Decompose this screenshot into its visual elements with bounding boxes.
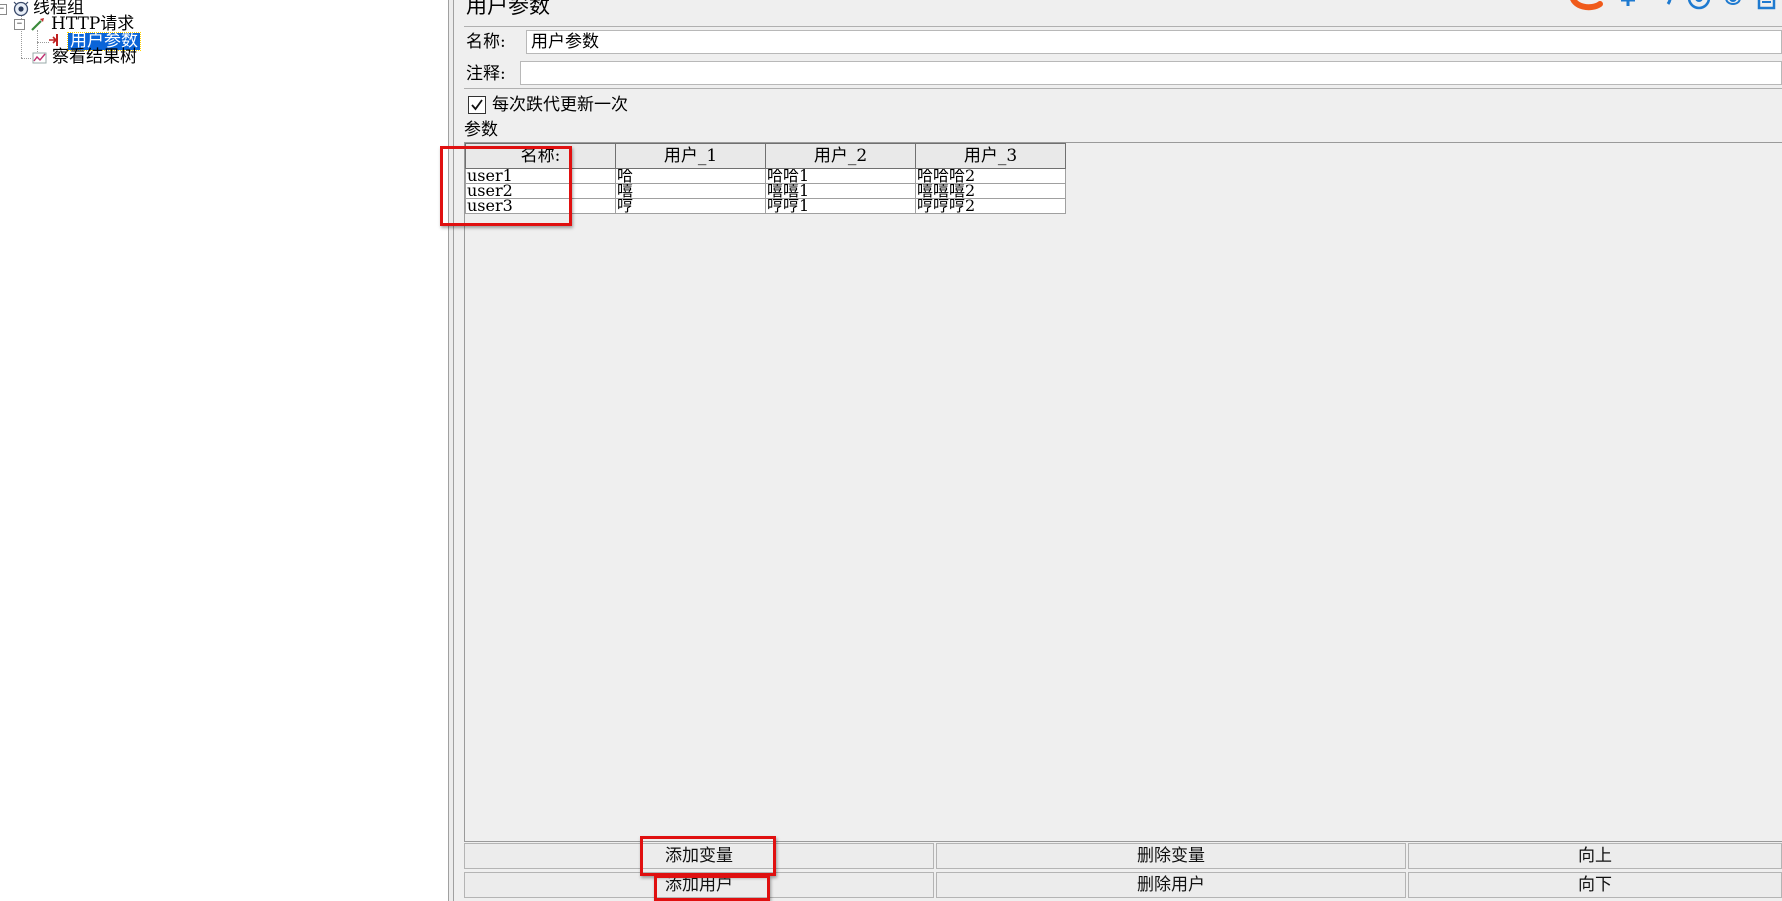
parameters-label: 参数 (464, 120, 498, 140)
table-cell[interactable]: 嘻 (615, 183, 766, 199)
column-header-user-3[interactable]: 用户_3 (915, 143, 1066, 169)
toolbar-fragment (1566, 0, 1782, 18)
comment-label: 注释: (466, 64, 506, 84)
collapse-toggle-thread-group[interactable]: − (0, 4, 7, 15)
comment-divider (464, 88, 1782, 89)
table-row[interactable]: user1 哈 哈哈1 哈哈哈2 (465, 168, 1066, 184)
panel-title: 用户参数 (466, 0, 550, 18)
delete-user-button[interactable]: 删除用户 (936, 872, 1406, 898)
user-parameters-panel: 用户参数 名称: 用户参数 注释: 每次跌代更新一次 参数 名称: 用户_1 用… (454, 0, 1782, 901)
table-cell[interactable]: 哈哈哈2 (915, 168, 1066, 184)
record-icon[interactable] (1686, 0, 1712, 17)
document-icon[interactable] (1756, 0, 1778, 17)
table-row[interactable]: user2 嘻 嘻嘻1 嘻嘻嘻2 (465, 183, 1066, 199)
table-cell[interactable]: user1 (465, 168, 616, 184)
thread-group-icon (12, 0, 29, 17)
table-cell[interactable]: 嘻嘻1 (765, 183, 916, 199)
comment-field[interactable] (520, 61, 1782, 85)
table-cell[interactable]: 哼哼哼2 (915, 198, 1066, 214)
add-variable-button[interactable]: 添加变量 (464, 843, 934, 869)
tree-connector (21, 58, 31, 59)
table-cell[interactable]: user3 (465, 198, 616, 214)
table-cell[interactable]: 哼哼1 (765, 198, 916, 214)
tree-label-view-results-tree[interactable]: 察看结果树 (52, 49, 137, 66)
brand-logo-icon (1566, 0, 1606, 21)
table-cell[interactable]: 哼 (615, 198, 766, 214)
column-header-user-1[interactable]: 用户_1 (615, 143, 766, 169)
redo-icon[interactable] (1658, 0, 1678, 17)
update-once-per-iteration-label[interactable]: 每次跌代更新一次 (492, 95, 628, 115)
collapse-toggle-http-request[interactable]: − (14, 19, 25, 30)
name-field[interactable]: 用户参数 (526, 30, 1782, 54)
column-header-name[interactable]: 名称: (465, 143, 616, 169)
name-label: 名称: (466, 32, 506, 52)
microphone-icon[interactable] (1722, 0, 1744, 17)
table-cell[interactable]: 哈 (615, 168, 766, 184)
update-once-per-iteration-checkbox[interactable] (468, 96, 486, 114)
add-icon[interactable] (1618, 0, 1638, 17)
move-up-button[interactable]: 向上 (1408, 843, 1782, 869)
listener-graph-icon (32, 50, 48, 66)
parameters-table-area: 名称: 用户_1 用户_2 用户_3 user1 哈 哈哈1 哈哈哈2 user… (464, 142, 1782, 842)
delete-variable-button[interactable]: 删除变量 (936, 843, 1406, 869)
table-row[interactable]: user3 哼 哼哼1 哼哼哼2 (465, 198, 1066, 214)
table-cell[interactable]: 嘻嘻嘻2 (915, 183, 1066, 199)
parameters-table[interactable]: 名称: 用户_1 用户_2 用户_3 user1 哈 哈哈1 哈哈哈2 user… (465, 143, 1066, 214)
column-header-user-2[interactable]: 用户_2 (765, 143, 916, 169)
add-user-button[interactable]: 添加用户 (464, 872, 934, 898)
table-header-row: 名称: 用户_1 用户_2 用户_3 (465, 143, 1066, 169)
move-down-button[interactable]: 向下 (1408, 872, 1782, 898)
tree-connector (21, 26, 22, 58)
http-sampler-icon (30, 16, 46, 32)
table-cell[interactable]: user2 (465, 183, 616, 199)
title-divider (464, 26, 1782, 27)
test-plan-tree: − 线程组 − HTTP请求 用户参数 察看结果树 (0, 0, 448, 901)
table-cell[interactable]: 哈哈1 (765, 168, 916, 184)
